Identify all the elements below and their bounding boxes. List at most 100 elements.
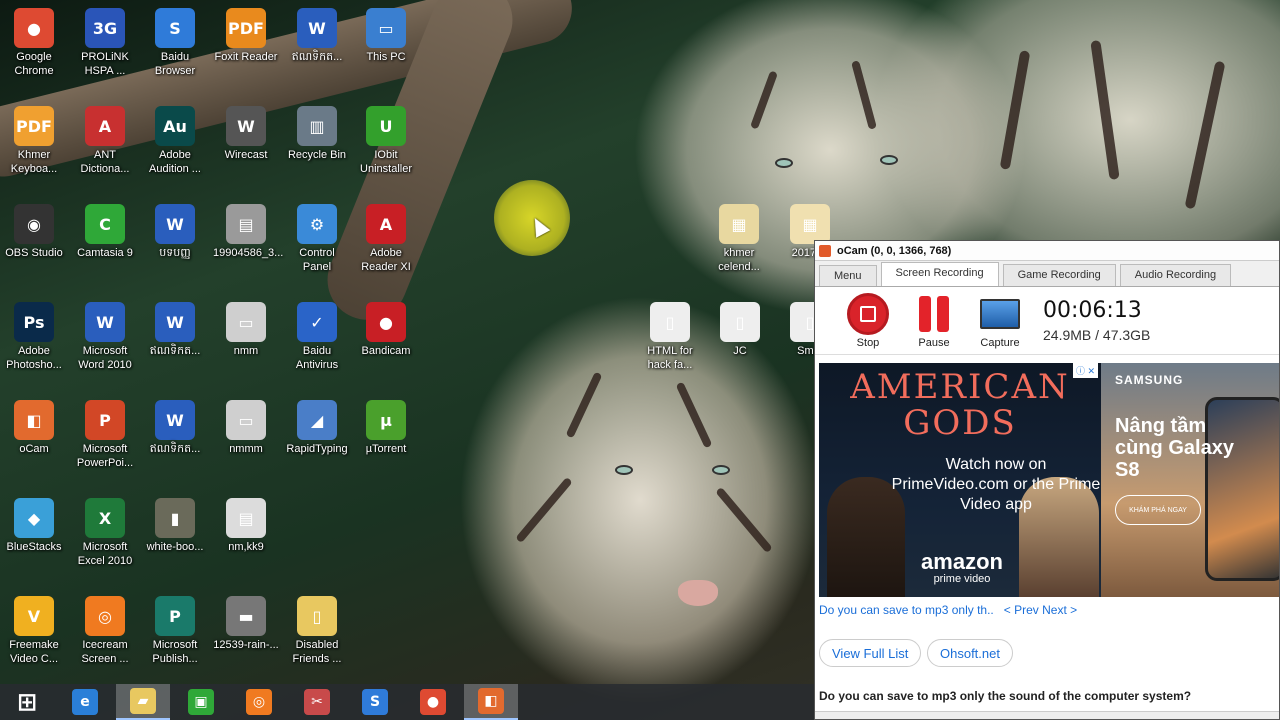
desktop-icon[interactable]: ▦ khmer celend... [705, 200, 773, 290]
desktop-icon[interactable]: P Microsoft PowerPoi... [71, 396, 139, 486]
faq-question-link[interactable]: Do you can save to mp3 only th.. [819, 603, 994, 617]
view-full-list-button[interactable]: View Full List [819, 639, 922, 667]
taskbar: ⊞ e ▰ ▣ ◎ ✂ S ● ◧ [0, 684, 814, 720]
desktop-icon-label: Microsoft Publish... [152, 639, 198, 665]
desktop-icon[interactable]: ● Google Chrome [0, 4, 68, 94]
desktop-icon[interactable]: ▯ HTML for hack fa... [636, 298, 704, 388]
desktop-icon-label: Baidu Antivirus [295, 345, 339, 371]
desktop-icon-label: បទបញ្ញ [159, 247, 191, 259]
desktop-icon[interactable]: ▬ 12539-rain-... [212, 592, 280, 682]
taskbar-store-button[interactable]: ▣ [174, 684, 228, 720]
desktop-icon[interactable]: W Microsoft Word 2010 [71, 298, 139, 388]
taskbar-ocam-button[interactable]: ◧ [464, 684, 518, 720]
desktop-icon-label: Adobe Photosho... [6, 345, 62, 371]
advertisement-banner[interactable]: AMERICAN GODS Watch now on PrimeVideo.co… [819, 363, 1279, 597]
desktop-icon[interactable]: µ µTorrent [352, 396, 420, 486]
ohsoft-link-button[interactable]: Ohsoft.net [927, 639, 1013, 667]
taskbar-icecream-button[interactable]: ◎ [232, 684, 286, 720]
tab-audio-recording[interactable]: Audio Recording [1119, 264, 1232, 286]
ad-samsung[interactable]: SAMSUNG Nâng tầm cùng Galaxy S8 KHÁM PHÁ… [1101, 363, 1279, 597]
tiger-stripe [1090, 39, 1120, 181]
desktop-icon-label: Google Chrome [14, 51, 54, 77]
desktop-icon[interactable]: W ឥណទិកត... [283, 4, 351, 94]
ad-cta-button[interactable]: KHÁM PHÁ NGAY [1115, 495, 1201, 525]
desktop-icon[interactable]: W ឥណទិកត... [141, 298, 209, 388]
app-icon: ▬ [226, 596, 266, 636]
desktop-icon[interactable]: P Microsoft Publish... [141, 592, 209, 682]
tab-screen-recording[interactable]: Screen Recording [880, 262, 999, 286]
desktop-icon[interactable]: U IObit Uninstaller [352, 102, 420, 192]
desktop-icon[interactable]: ▭ nmm [212, 298, 280, 388]
desktop-icon-label: Recycle Bin [287, 149, 347, 161]
desktop-icon[interactable]: ◧ oCam [0, 396, 68, 486]
desktop-icon[interactable]: ▭ nmmm [212, 396, 280, 486]
tiger-stripe [1184, 60, 1226, 210]
desktop-icon[interactable]: ⚙ Control Panel [283, 200, 351, 290]
desktop-icon-label: Microsoft Word 2010 [78, 345, 132, 371]
desktop-icon[interactable]: ▥ Recycle Bin [283, 102, 351, 192]
desktop-icon[interactable]: X Microsoft Excel 2010 [71, 494, 139, 584]
tab-game-recording[interactable]: Game Recording [1002, 264, 1116, 286]
taskbar-chrome-button[interactable]: ● [406, 684, 460, 720]
pause-button[interactable]: Pause [901, 293, 967, 349]
desktop-icon[interactable]: V Freemake Video C... [0, 592, 68, 682]
desktop-icon[interactable]: 3G PROLiNK HSPA ... [71, 4, 139, 94]
desktop-icon-label: Icecream Screen ... [81, 639, 129, 665]
desktop-icon[interactable]: ▭ This PC [352, 4, 420, 94]
desktop-icon[interactable]: W បទបញ្ញ [141, 200, 209, 290]
desktop-icon-label: white-boo... [146, 541, 204, 553]
desktop-icon-label: ឥណទិកត... [149, 443, 201, 455]
desktop-icon[interactable]: ▯ JC [706, 298, 774, 388]
taskbar-internet-explorer-button[interactable]: e [58, 684, 112, 720]
adchoices-icon[interactable]: ⓘ ✕ [1073, 363, 1099, 378]
recording-size: 24.9MB / 47.3GB [1043, 327, 1151, 343]
app-icon: ⚙ [297, 204, 337, 244]
desktop-icon-label: This PC [366, 51, 406, 63]
taskbar-file-explorer-button[interactable]: ▰ [116, 684, 170, 720]
app-icon: X [85, 498, 125, 538]
desktop-icon[interactable]: Au Adobe Audition ... [141, 102, 209, 192]
app-icon: µ [366, 400, 406, 440]
taskbar-start-button[interactable]: ⊞ [0, 684, 54, 720]
ad-american-gods[interactable]: AMERICAN GODS Watch now on PrimeVideo.co… [819, 363, 1101, 597]
app-icon: ▭ [226, 400, 266, 440]
desktop-icon[interactable]: S Baidu Browser [141, 4, 209, 94]
tiger-stripe [715, 486, 773, 554]
desktop-icon[interactable]: W Wirecast [212, 102, 280, 192]
desktop-icon[interactable]: ▤ 19904586_3... [212, 200, 283, 290]
desktop-icon[interactable]: PDF Foxit Reader [212, 4, 280, 94]
ocam-titlebar[interactable]: oCam (0, 0, 1366, 768) [815, 241, 1279, 261]
prev-next-link[interactable]: < Prev Next > [1004, 603, 1077, 617]
tiger-stripe [999, 50, 1031, 170]
store-icon: ▣ [188, 689, 214, 715]
stop-button[interactable]: Stop [835, 292, 901, 349]
desktop-icon[interactable]: A Adobe Reader XI [352, 200, 420, 290]
tiger-nose [678, 580, 718, 606]
tab-menu[interactable]: Menu [819, 265, 877, 286]
desktop-icon[interactable]: ▤ nm,kk9 [212, 494, 280, 584]
taskbar-snipping-button[interactable]: ✂ [290, 684, 344, 720]
desktop-icon[interactable]: ◢ RapidTyping [283, 396, 351, 486]
desktop-icon[interactable]: ◆ BlueStacks [0, 494, 68, 584]
amazon-logo: amazon prime video [897, 549, 1027, 585]
desktop-icon-label: Camtasia 9 [77, 247, 133, 259]
horizontal-scrollbar[interactable] [815, 711, 1279, 719]
desktop-icon[interactable]: ▮ white-boo... [141, 494, 209, 584]
desktop-icon[interactable]: PDF Khmer Keyboa... [0, 102, 68, 192]
capture-button[interactable]: Capture [967, 293, 1033, 349]
desktop-icon[interactable]: ◎ Icecream Screen ... [71, 592, 139, 682]
desktop-icon[interactable]: ◉ OBS Studio [0, 200, 68, 290]
desktop-icon[interactable]: ✓ Baidu Antivirus [283, 298, 351, 388]
app-icon: W [85, 302, 125, 342]
desktop-icon[interactable]: A ANT Dictiona... [71, 102, 139, 192]
desktop-icon[interactable]: ● Bandicam [352, 298, 420, 388]
taskbar-baidu-browser-button[interactable]: S [348, 684, 402, 720]
desktop-icon[interactable]: C Camtasia 9 [71, 200, 139, 290]
app-icon: ● [14, 8, 54, 48]
app-icon: ▤ [226, 204, 266, 244]
tiger-stripe [749, 70, 779, 130]
desktop-icon[interactable]: Ps Adobe Photosho... [0, 298, 68, 388]
desktop-icon[interactable]: ▯ Disabled Friends ... [283, 592, 351, 682]
app-icon: ▯ [650, 302, 690, 342]
desktop-icon[interactable]: W ឥណទិកត... [141, 396, 209, 486]
